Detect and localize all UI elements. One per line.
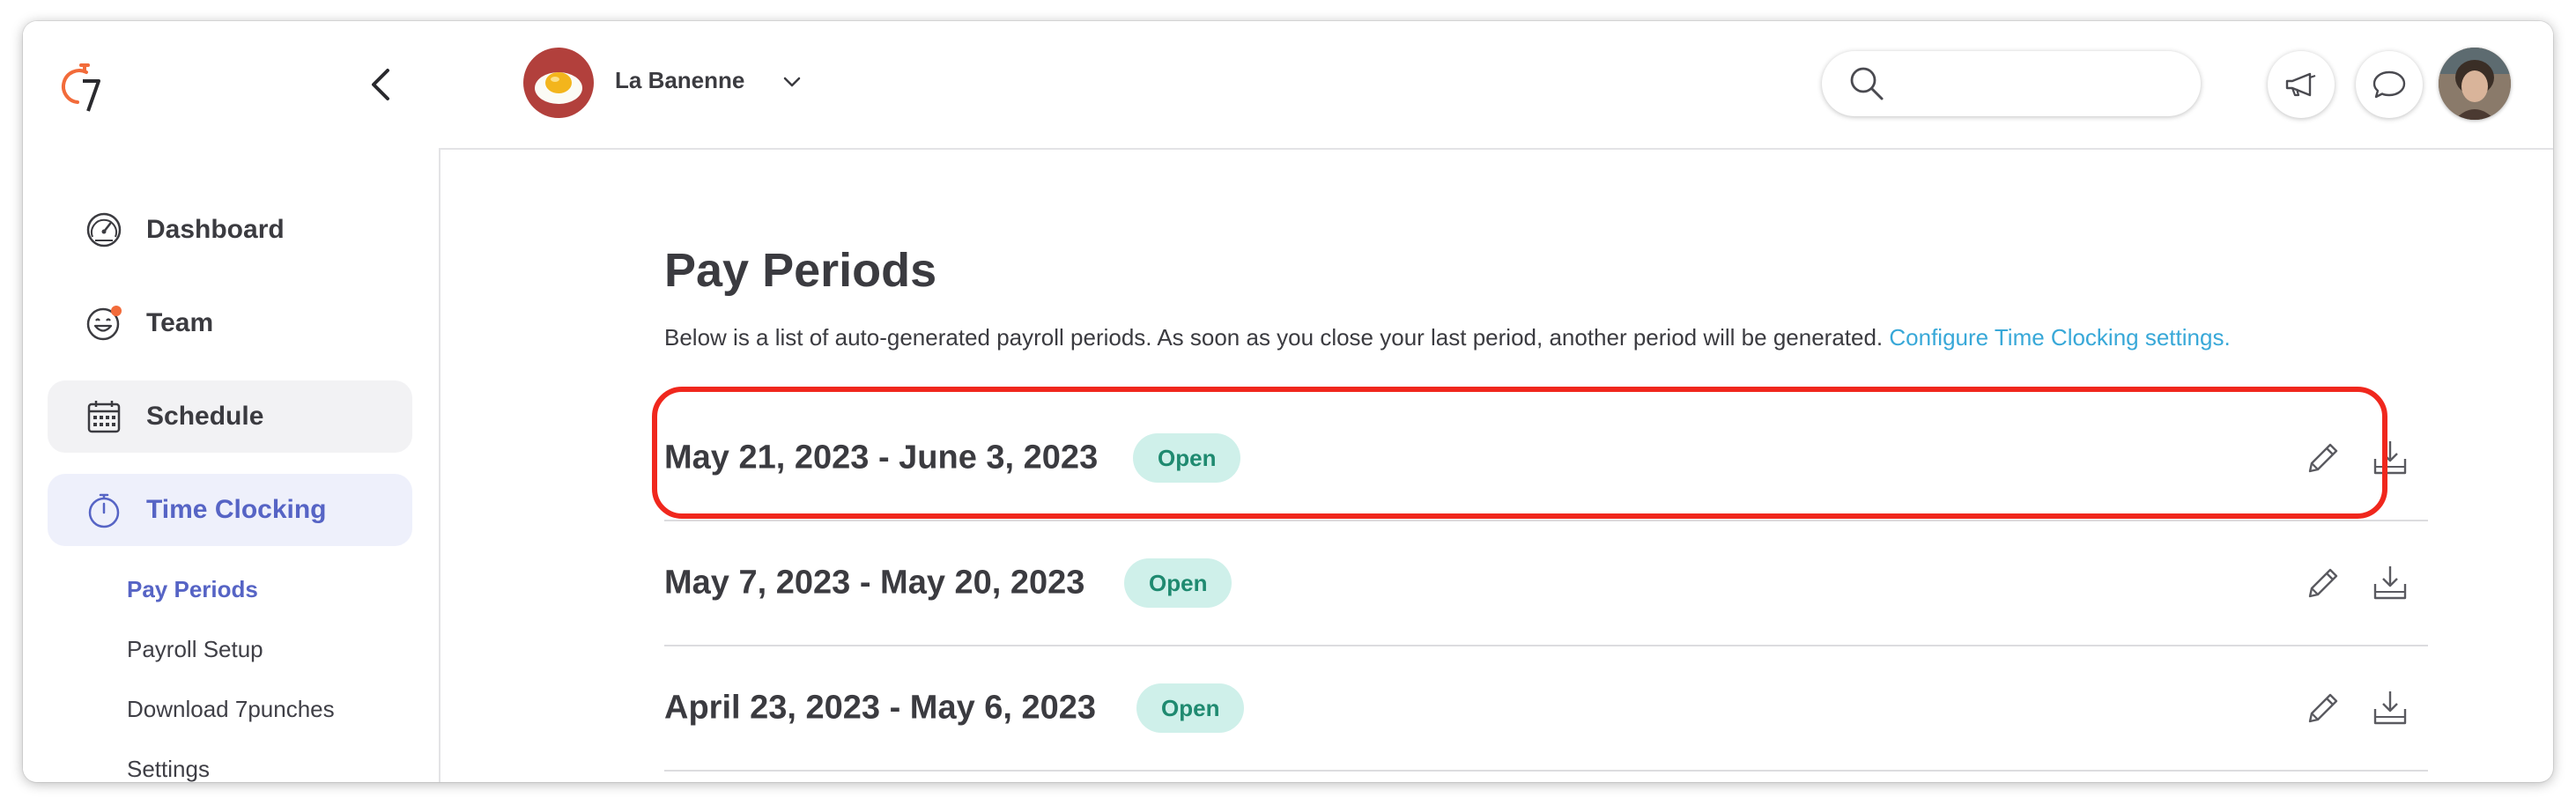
fried-egg-icon xyxy=(535,72,582,104)
pencil-icon xyxy=(2308,443,2338,473)
subnav-pay-periods[interactable]: Pay Periods xyxy=(127,576,258,603)
page-description: Below is a list of auto-generated payrol… xyxy=(664,324,2231,351)
announcements-button[interactable] xyxy=(2268,51,2335,118)
period-range: April 23, 2023 - May 6, 2023 xyxy=(664,689,1097,727)
megaphone-icon xyxy=(2285,72,2316,97)
subnav-settings[interactable]: Settings xyxy=(127,756,210,782)
nav-dashboard-label: Dashboard xyxy=(146,215,285,244)
period-range: May 7, 2023 - May 20, 2023 xyxy=(664,564,1085,602)
page-title: Pay Periods xyxy=(664,244,937,297)
pay-period-row[interactable]: May 21, 2023 - June 3, 2023 Open xyxy=(664,396,2428,521)
app-logo[interactable] xyxy=(60,58,106,114)
search-icon xyxy=(1850,67,1884,100)
download-icon xyxy=(2373,566,2407,600)
search-bar[interactable] xyxy=(1822,51,2201,116)
main-content: Pay Periods Below is a list of auto-gene… xyxy=(439,150,2553,782)
stopwatch-icon xyxy=(85,491,123,529)
edit-period-button[interactable] xyxy=(2303,438,2343,478)
venue-switcher-button[interactable] xyxy=(781,70,803,93)
pay-period-row[interactable]: April 23, 2023 - May 6, 2023 Open xyxy=(664,646,2428,772)
edit-period-button[interactable] xyxy=(2303,563,2343,603)
configure-settings-link[interactable]: Configure Time Clocking settings. xyxy=(1889,324,2230,351)
pencil-icon xyxy=(2308,693,2338,723)
pay-period-row[interactable]: May 7, 2023 - May 20, 2023 Open xyxy=(664,521,2428,646)
download-period-button[interactable] xyxy=(2370,438,2410,478)
status-badge: Open xyxy=(1136,683,1245,733)
status-badge: Open xyxy=(1133,433,1241,483)
collapse-sidebar-button[interactable] xyxy=(361,63,403,106)
period-range: May 21, 2023 - June 3, 2023 xyxy=(664,439,1099,476)
speedometer-icon xyxy=(85,210,123,249)
venue-avatar[interactable] xyxy=(523,48,594,118)
edit-period-button[interactable] xyxy=(2303,688,2343,728)
nav-dashboard[interactable]: Dashboard xyxy=(48,194,412,266)
venue-name[interactable]: La Banenne xyxy=(615,67,744,94)
status-badge: Open xyxy=(1124,558,1232,608)
chevron-left-icon xyxy=(372,69,389,100)
nav-time-clocking[interactable]: Time Clocking xyxy=(48,474,412,546)
user-photo xyxy=(2439,48,2511,120)
messages-button[interactable] xyxy=(2356,51,2423,118)
description-text: Below is a list of auto-generated payrol… xyxy=(664,324,1884,351)
sidebar: Dashboard Team Schedule Time Clocking Pa… xyxy=(23,21,440,782)
nav-team-label: Team xyxy=(146,308,214,337)
top-header: La Banenne xyxy=(439,21,2553,150)
subnav-download-7punches[interactable]: Download 7punches xyxy=(127,696,335,723)
smiley-face-icon xyxy=(85,304,123,343)
chevron-down-icon xyxy=(783,77,801,87)
pencil-icon xyxy=(2308,568,2338,598)
download-period-button[interactable] xyxy=(2370,688,2410,728)
search-input[interactable] xyxy=(1896,69,2181,99)
download-period-button[interactable] xyxy=(2370,563,2410,603)
nav-time-clocking-label: Time Clocking xyxy=(146,495,327,524)
notification-dot xyxy=(111,306,122,316)
subnav-payroll-setup[interactable]: Payroll Setup xyxy=(127,636,263,663)
chat-bubble-icon xyxy=(2372,70,2406,99)
app-window: Dashboard Team Schedule Time Clocking Pa… xyxy=(23,21,2553,782)
download-icon xyxy=(2373,441,2407,475)
download-icon xyxy=(2373,691,2407,725)
user-avatar[interactable] xyxy=(2439,48,2511,120)
calendar-icon xyxy=(85,397,123,436)
nav-schedule-label: Schedule xyxy=(146,402,264,431)
nav-team[interactable]: Team xyxy=(48,287,412,359)
nav-schedule[interactable]: Schedule xyxy=(48,380,412,453)
